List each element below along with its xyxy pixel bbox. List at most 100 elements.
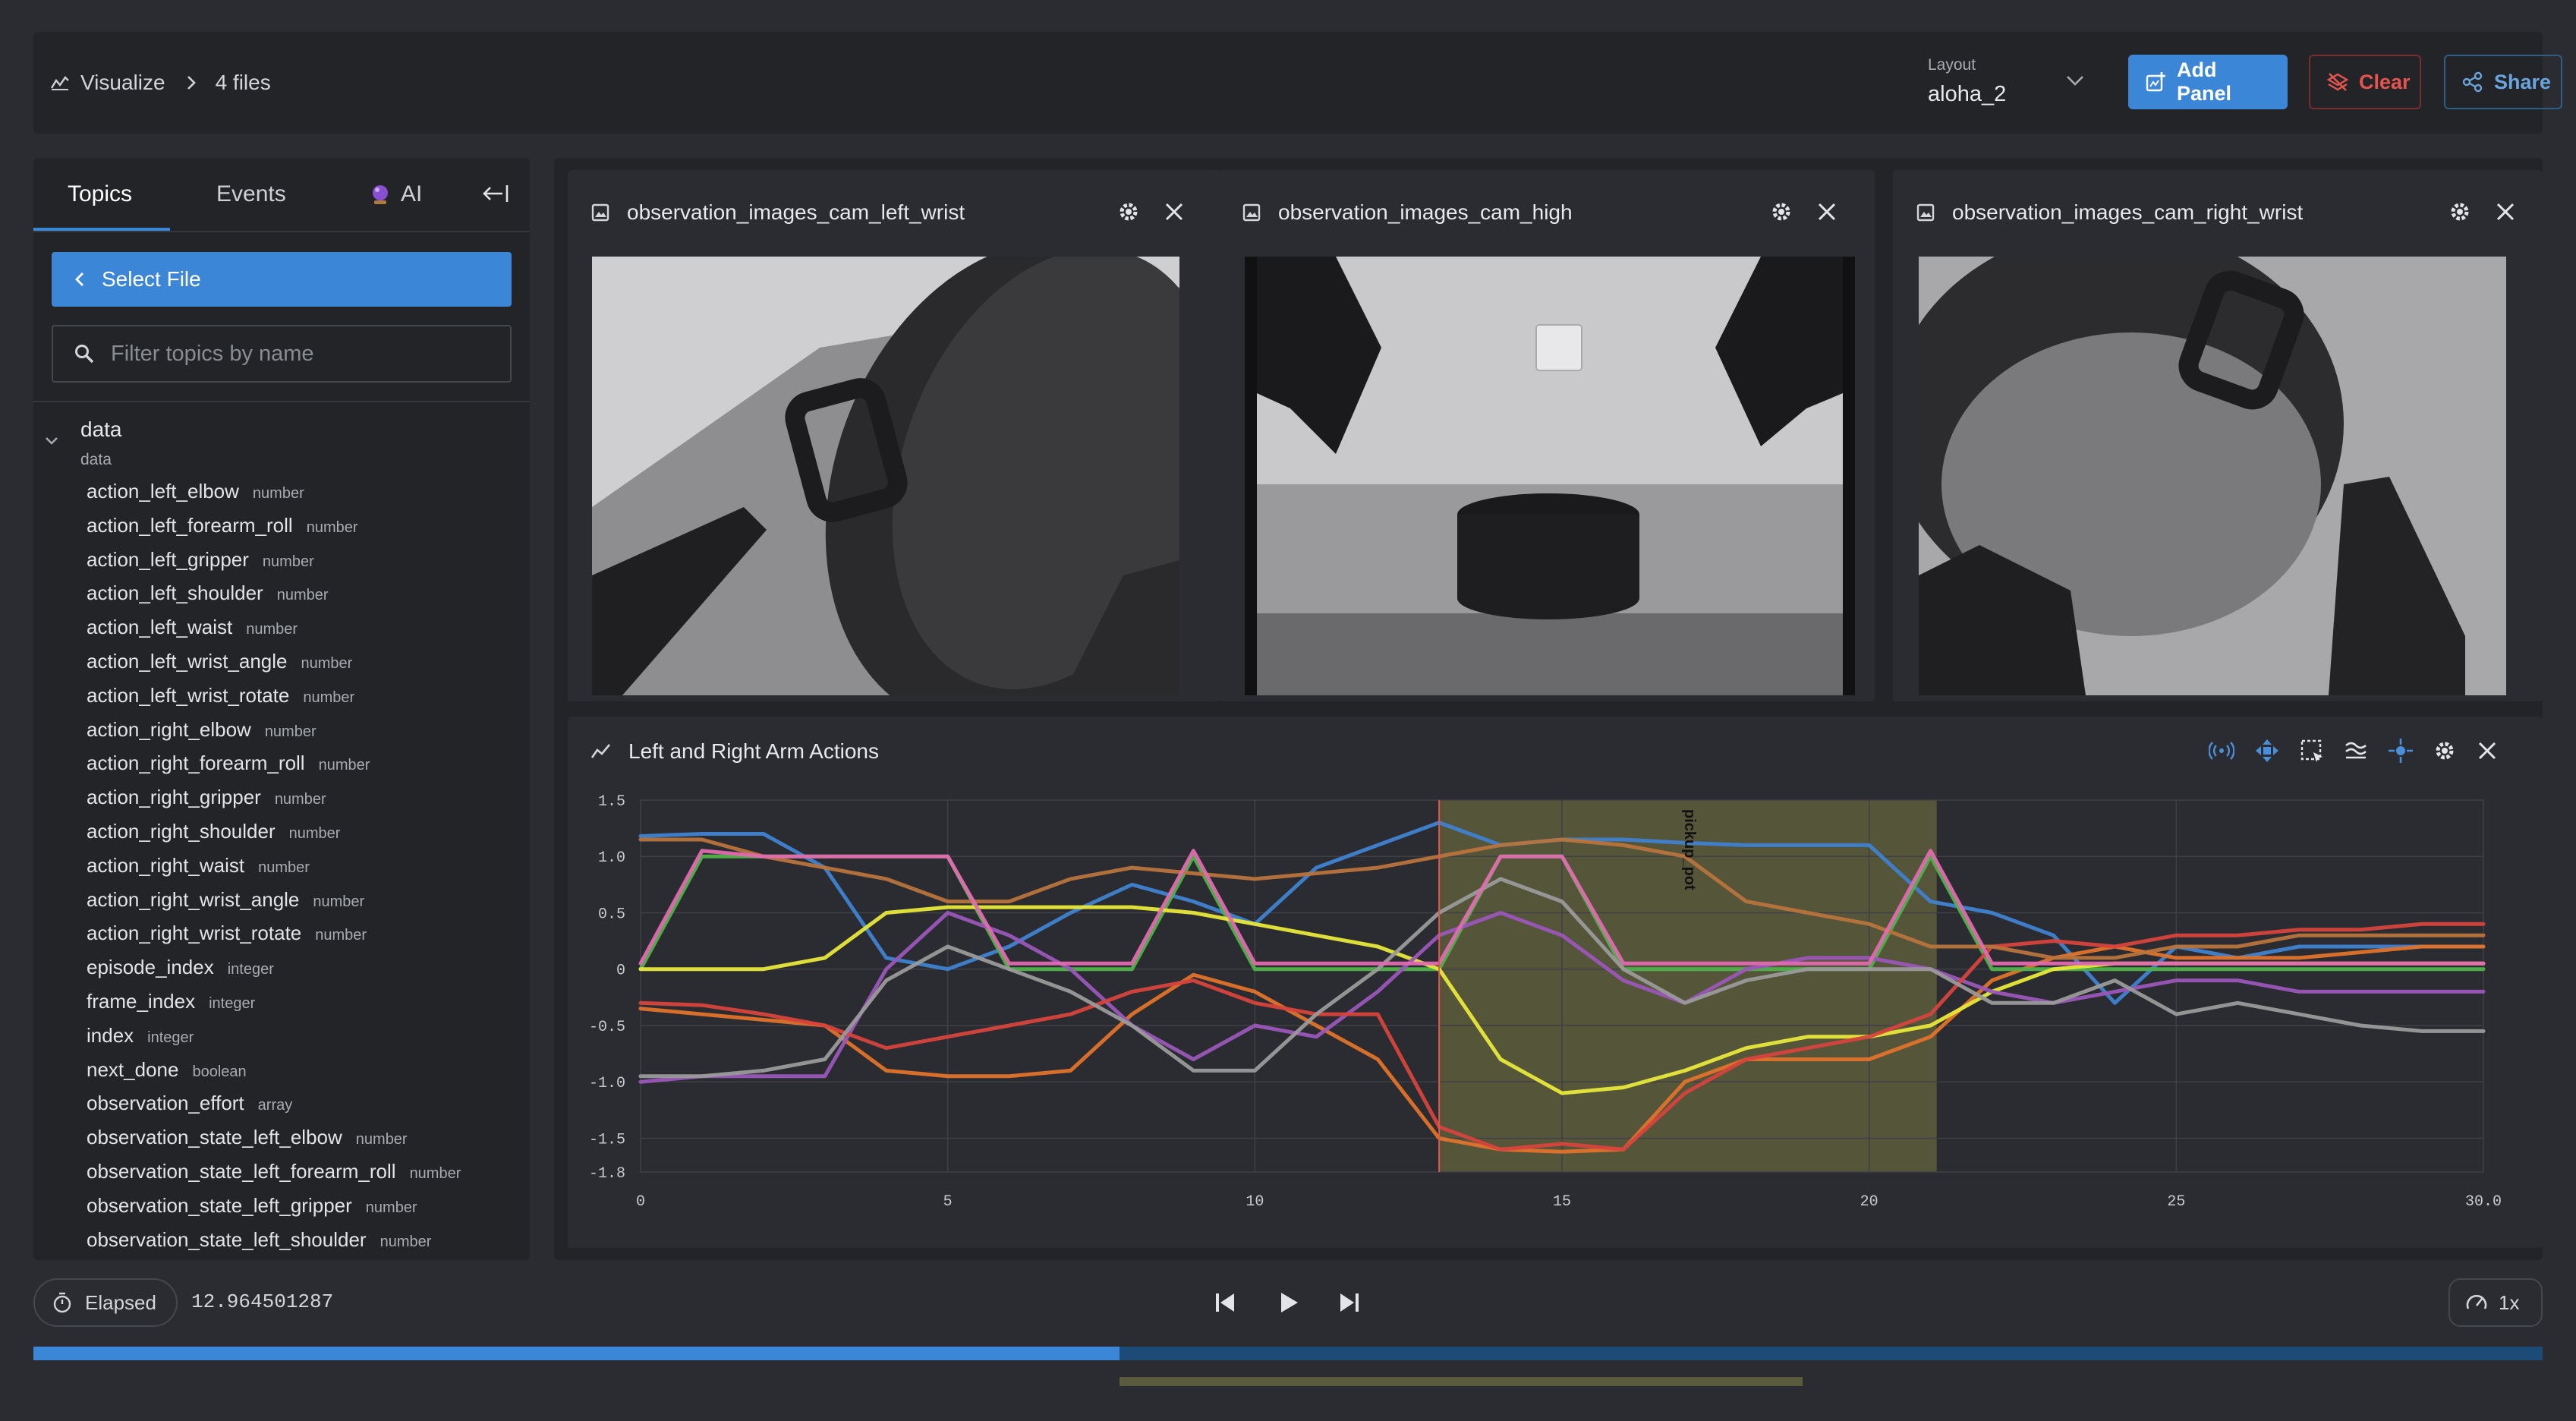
filter-topics-input[interactable] <box>109 340 492 367</box>
image-panel-right-wrist[interactable]: observation_images_cam_right_wrist <box>1893 170 2543 701</box>
panel-title: observation_images_cam_left_wrist <box>627 200 965 224</box>
topic-item[interactable]: action_left_gripper number <box>87 548 527 582</box>
topic-group-title[interactable]: data <box>80 417 122 442</box>
topic-type: number <box>315 927 367 944</box>
topic-item[interactable]: observation_state_left_gripper number <box>87 1194 527 1228</box>
topic-name: observation_state_left_gripper <box>87 1193 352 1217</box>
skip-forward-icon[interactable] <box>1336 1290 1362 1315</box>
play-icon[interactable] <box>1277 1290 1301 1315</box>
image-icon <box>590 203 610 222</box>
topic-name: action_left_wrist_rotate <box>87 683 290 707</box>
x-tick-label: 25 <box>2167 1193 2185 1211</box>
topic-item[interactable]: action_right_wrist_rotate number <box>87 922 527 956</box>
series-toggle-icon[interactable] <box>2344 739 2368 762</box>
chevron-down-icon[interactable] <box>2064 71 2086 90</box>
panel-header: observation_images_cam_left_wrist <box>590 200 965 225</box>
elapsed-label: Elapsed <box>85 1290 156 1314</box>
topic-name: action_left_elbow <box>87 480 239 503</box>
tab-topics[interactable]: Topics <box>68 158 132 231</box>
plot-panel-header: Left and Right Arm Actions <box>590 739 879 764</box>
share-button[interactable]: Share <box>2444 55 2562 109</box>
topic-name: next_done <box>87 1057 179 1081</box>
image-icon <box>1916 203 1935 222</box>
topic-item[interactable]: action_right_shoulder number <box>87 820 527 854</box>
chevron-down-icon[interactable] <box>44 436 59 446</box>
close-icon[interactable] <box>1163 200 1186 223</box>
box-zoom-icon[interactable] <box>2300 739 2324 763</box>
topic-item[interactable]: action_right_gripper number <box>87 786 527 820</box>
topic-filter[interactable] <box>52 325 512 383</box>
topic-item[interactable]: index integer <box>87 1024 527 1058</box>
clear-button[interactable]: Clear <box>2309 55 2421 109</box>
topic-item[interactable]: observation_state_left_elbow number <box>87 1126 527 1160</box>
topic-name: action_right_gripper <box>87 786 261 809</box>
topic-type: number <box>258 859 310 876</box>
topic-item[interactable]: action_right_forearm_roll number <box>87 751 527 786</box>
divider <box>33 401 530 402</box>
x-tick-label: 30.0 <box>2465 1193 2502 1211</box>
breadcrumb: Visualize 4 files <box>50 32 271 134</box>
topic-item[interactable]: next_done boolean <box>87 1058 527 1092</box>
elapsed-toggle[interactable]: Elapsed <box>33 1278 178 1327</box>
close-icon[interactable] <box>1815 200 1838 223</box>
add-panel-button[interactable]: Add Panel <box>2128 55 2288 109</box>
tab-ai[interactable]: AI <box>369 158 422 231</box>
topic-item[interactable]: observation_effort array <box>87 1092 527 1126</box>
plot-panel[interactable]: Left and Right Arm Actions 0 5 10 15 20 25 30.… <box>568 717 2543 1248</box>
topic-name: action_right_waist <box>87 853 245 877</box>
gear-icon[interactable] <box>2448 200 2471 223</box>
live-signal-icon[interactable] <box>2209 739 2234 762</box>
topic-name: index <box>87 1023 134 1047</box>
camera-image <box>592 257 1179 695</box>
chevron-right-icon <box>187 75 196 90</box>
topic-item[interactable]: action_right_elbow number <box>87 718 527 752</box>
gear-icon[interactable] <box>2433 739 2456 762</box>
topic-item[interactable]: episode_index integer <box>87 956 527 990</box>
topic-type: integer <box>147 1029 194 1046</box>
topic-item[interactable]: frame_index integer <box>87 990 527 1024</box>
topic-group-subtitle: data <box>80 451 112 468</box>
panels-area: observation_images_cam_left_wrist observ… <box>554 158 2543 1260</box>
topic-item[interactable]: action_left_wrist_angle number <box>87 650 527 684</box>
topic-item[interactable]: observation_state_left_shoulder number <box>87 1228 527 1260</box>
close-icon[interactable] <box>2476 739 2499 762</box>
collapse-sidebar-icon[interactable] <box>480 182 510 205</box>
select-file-button[interactable]: Select File <box>52 252 512 307</box>
layout-selector[interactable]: aloha_2 <box>1928 82 2006 107</box>
topic-item[interactable]: action_left_waist number <box>87 616 527 650</box>
gear-icon[interactable] <box>1117 200 1140 223</box>
topic-item[interactable]: action_right_waist number <box>87 854 527 888</box>
breadcrumb-files[interactable]: 4 files <box>216 71 271 95</box>
search-icon <box>74 344 94 364</box>
topic-name: observation_effort <box>87 1092 244 1115</box>
panel-header: observation_images_cam_high <box>1242 200 1573 225</box>
topic-item[interactable]: action_left_elbow number <box>87 480 527 514</box>
share-icon <box>2462 71 2483 93</box>
topic-item[interactable]: action_right_wrist_angle number <box>87 888 527 922</box>
topic-type: number <box>301 654 353 672</box>
add-panel-label: Add Panel <box>2177 58 2232 105</box>
topic-name: action_left_forearm_roll <box>87 513 293 537</box>
topic-type: number <box>252 485 304 502</box>
image-panel-high[interactable]: observation_images_cam_high <box>1219 170 1875 701</box>
skip-back-icon[interactable] <box>1213 1290 1239 1315</box>
y-tick-label: -1.5 <box>589 1131 625 1148</box>
elapsed-value: 12.964501287 <box>191 1290 334 1313</box>
topic-item[interactable]: action_left_shoulder number <box>87 581 527 616</box>
image-panel-left-wrist[interactable]: observation_images_cam_left_wrist <box>568 170 1220 701</box>
topic-item[interactable]: action_left_forearm_roll number <box>87 514 527 548</box>
topic-item[interactable]: action_left_wrist_rotate number <box>87 684 527 718</box>
gear-icon[interactable] <box>1770 200 1793 223</box>
breadcrumb-visualize[interactable]: Visualize <box>80 71 165 95</box>
crosshair-icon[interactable] <box>2388 738 2414 764</box>
clear-label: Clear <box>2359 70 2411 93</box>
topic-type: number <box>303 688 355 706</box>
playback-speed-button[interactable]: 1x <box>2448 1278 2543 1327</box>
line-chart[interactable]: 0 5 10 15 20 25 30.0 1.5 1.0 0.5 0 -0.5 -1.0 -1.5 -1.8… <box>568 777 2543 1248</box>
topic-item[interactable]: observation_state_left_forearm_roll numbe… <box>87 1160 527 1194</box>
pan-icon[interactable] <box>2254 738 2280 764</box>
tab-events[interactable]: Events <box>216 158 286 231</box>
topic-name: action_right_elbow <box>87 717 251 741</box>
close-icon[interactable] <box>2494 200 2517 223</box>
panel-title: observation_images_cam_high <box>1278 200 1573 224</box>
